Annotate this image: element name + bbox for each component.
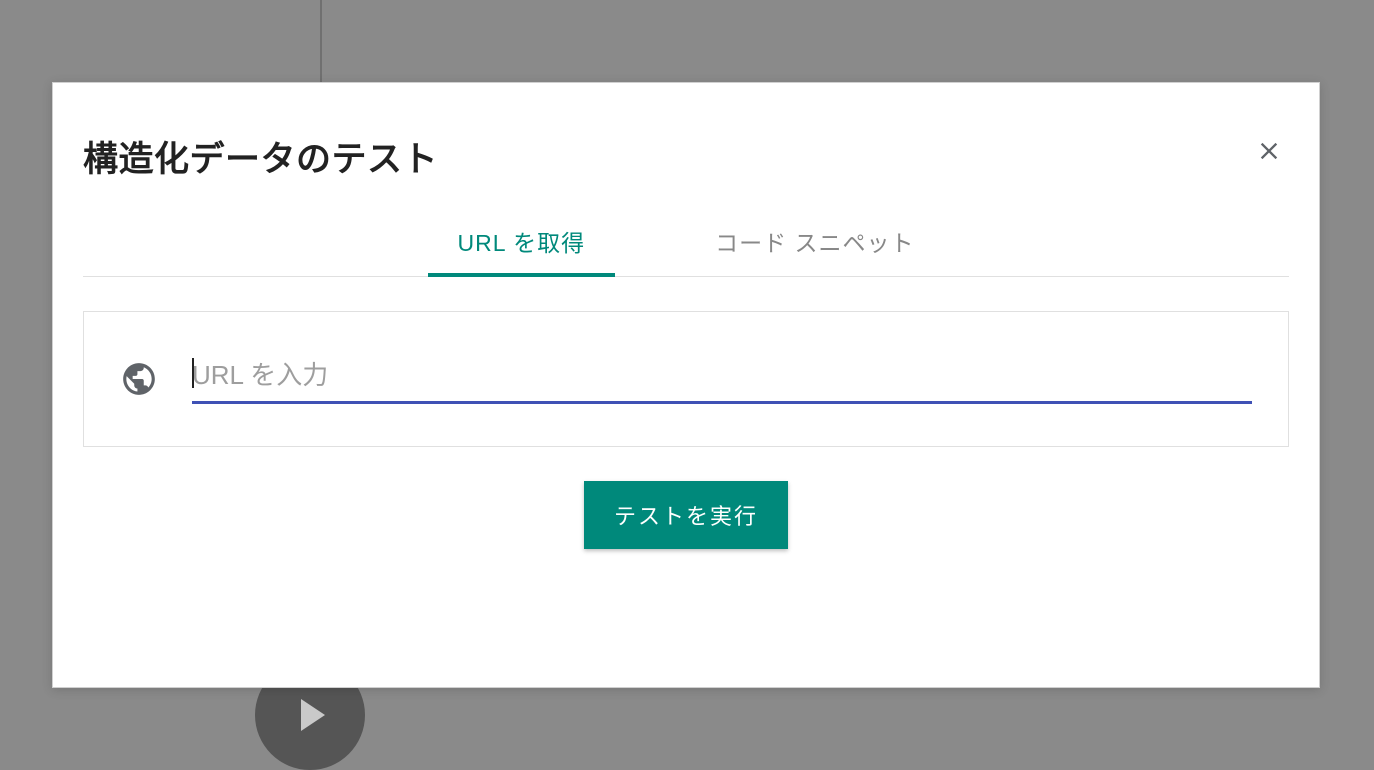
play-icon <box>301 699 325 731</box>
globe-icon <box>120 360 158 398</box>
modal-title: 構造化データのテスト <box>83 131 438 182</box>
url-input-container <box>83 311 1289 447</box>
modal-header: 構造化データのテスト <box>83 131 1289 210</box>
text-caret <box>192 358 194 388</box>
tab-fetch-url[interactable]: URL を取得 <box>428 210 616 276</box>
run-test-button[interactable]: テストを実行 <box>584 481 788 549</box>
structured-data-test-modal: 構造化データのテスト URL を取得 コード スニペット テストを実行 <box>52 82 1320 688</box>
tab-bar: URL を取得 コード スニペット <box>83 210 1289 277</box>
url-input-wrapper <box>192 354 1252 404</box>
close-button[interactable] <box>1249 131 1289 171</box>
submit-row: テストを実行 <box>83 481 1289 549</box>
tab-code-snippet[interactable]: コード スニペット <box>685 210 944 276</box>
url-input[interactable] <box>192 354 1252 404</box>
close-icon <box>1255 137 1283 165</box>
